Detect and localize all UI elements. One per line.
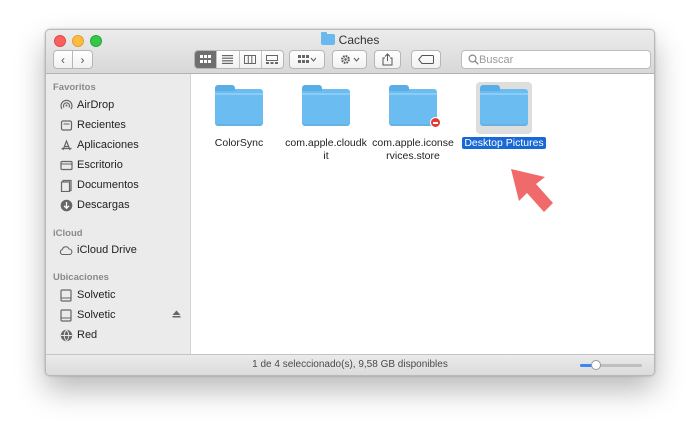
downloads-icon bbox=[59, 198, 73, 212]
back-button[interactable]: ‹ bbox=[53, 50, 73, 69]
folder-name: Desktop Pictures bbox=[462, 137, 546, 149]
gallery-view-button[interactable] bbox=[262, 51, 283, 68]
columns-icon bbox=[244, 55, 257, 64]
applications-icon bbox=[59, 138, 73, 152]
disk-icon bbox=[59, 308, 73, 322]
column-view-button[interactable] bbox=[240, 51, 262, 68]
file-browser-content: ColorSync com.apple.cloudkit com.apple.i… bbox=[192, 74, 654, 356]
window-title: Caches bbox=[338, 33, 380, 47]
no-access-badge-icon bbox=[430, 117, 441, 128]
group-by-button[interactable] bbox=[289, 50, 325, 69]
folder-name: com.apple.cloudkit bbox=[285, 137, 367, 162]
airdrop-icon bbox=[59, 98, 73, 112]
sidebar-item-label: iCloud Drive bbox=[77, 244, 137, 256]
folder-icon bbox=[480, 85, 528, 126]
sidebar-item-label: Red bbox=[77, 329, 98, 341]
folder-item-cloudkit[interactable]: com.apple.cloudkit bbox=[284, 82, 368, 163]
recents-icon bbox=[59, 118, 73, 132]
gallery-icon bbox=[266, 55, 279, 64]
folder-icon bbox=[215, 85, 263, 126]
folder-item-colorsync[interactable]: ColorSync bbox=[197, 82, 281, 150]
search-field[interactable]: Buscar bbox=[461, 50, 651, 69]
disk-icon bbox=[59, 288, 73, 302]
icon-size-slider[interactable] bbox=[580, 360, 642, 370]
sidebar-item-label: Solvetic bbox=[77, 289, 116, 301]
sidebar-item-icloud-drive[interactable]: iCloud Drive bbox=[59, 241, 189, 259]
forward-button[interactable]: › bbox=[73, 50, 93, 69]
sidebar-item-label: Descargas bbox=[77, 199, 130, 211]
sidebar-item-solvetic-1[interactable]: Solvetic bbox=[59, 286, 189, 304]
folder-icon bbox=[320, 32, 335, 45]
sidebar-item-airdrop[interactable]: AirDrop bbox=[59, 96, 189, 114]
tag-icon bbox=[418, 55, 434, 64]
list-icon bbox=[222, 55, 234, 64]
toolbar: Caches ‹ › Buscar bbox=[46, 30, 654, 74]
cloud-icon bbox=[59, 243, 73, 257]
view-mode-control bbox=[194, 50, 284, 69]
folder-icon bbox=[302, 85, 350, 126]
tags-button[interactable] bbox=[411, 50, 441, 69]
icon-view-button[interactable] bbox=[195, 51, 218, 68]
eject-icon[interactable] bbox=[172, 310, 181, 320]
desktop-icon bbox=[59, 158, 73, 172]
sidebar-item-solvetic-2[interactable]: Solvetic bbox=[59, 306, 189, 324]
search-placeholder: Buscar bbox=[479, 53, 514, 66]
sidebar-header-locations: Ubicaciones bbox=[53, 272, 109, 283]
folder-name: ColorSync bbox=[214, 137, 264, 149]
sidebar-item-recientes[interactable]: Recientes bbox=[59, 116, 189, 134]
finder-window: Caches ‹ › Buscar Favoritos AirDrop Reci… bbox=[45, 29, 655, 376]
chevron-left-icon: ‹ bbox=[61, 52, 65, 67]
folder-item-desktop-pictures[interactable]: Desktop Pictures bbox=[462, 82, 546, 150]
annotation-arrow-icon bbox=[511, 169, 553, 212]
gear-icon bbox=[340, 55, 359, 64]
sidebar-item-label: Aplicaciones bbox=[77, 139, 139, 151]
folder-item-iconservices[interactable]: com.apple.iconservices.store bbox=[371, 82, 455, 163]
sidebar-item-documentos[interactable]: Documentos bbox=[59, 176, 189, 194]
sidebar-item-label: AirDrop bbox=[77, 99, 115, 111]
grid-icon bbox=[200, 55, 212, 63]
sidebar-item-label: Documentos bbox=[77, 179, 139, 191]
folder-icon bbox=[389, 85, 441, 128]
sidebar-item-label: Recientes bbox=[77, 119, 126, 131]
action-menu-button[interactable] bbox=[332, 50, 367, 69]
sidebar: Favoritos AirDrop Recientes Aplicaciones… bbox=[46, 74, 191, 356]
documents-icon bbox=[59, 178, 73, 192]
share-button[interactable] bbox=[374, 50, 401, 69]
status-text: 1 de 4 seleccionado(s), 9,58 GB disponib… bbox=[252, 359, 448, 370]
sidebar-item-label: Solvetic bbox=[77, 309, 116, 321]
sidebar-item-label: Escritorio bbox=[77, 159, 123, 171]
sidebar-item-red[interactable]: Red bbox=[59, 326, 189, 344]
sidebar-header-icloud: iCloud bbox=[53, 228, 83, 239]
sidebar-item-descargas[interactable]: Descargas bbox=[59, 196, 189, 214]
sidebar-header-favorites: Favoritos bbox=[53, 82, 96, 93]
window-title-bar: Caches bbox=[46, 32, 654, 47]
sidebar-item-aplicaciones[interactable]: Aplicaciones bbox=[59, 136, 189, 154]
list-view-button[interactable] bbox=[217, 51, 240, 68]
status-bar: 1 de 4 seleccionado(s), 9,58 GB disponib… bbox=[46, 354, 654, 375]
chevron-right-icon: › bbox=[80, 52, 85, 67]
group-grid-icon bbox=[298, 55, 316, 63]
folder-name: com.apple.iconservices.store bbox=[372, 137, 454, 162]
search-icon bbox=[468, 54, 479, 65]
sidebar-item-escritorio[interactable]: Escritorio bbox=[59, 156, 189, 174]
slider-knob[interactable] bbox=[590, 360, 601, 370]
network-icon bbox=[59, 328, 73, 342]
share-icon bbox=[382, 53, 393, 66]
